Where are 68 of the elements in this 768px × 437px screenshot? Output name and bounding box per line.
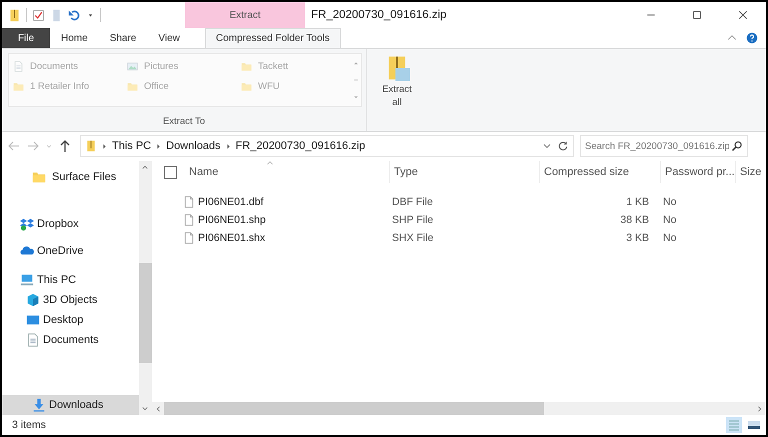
address-bar[interactable]: This PC Downloads FR_20200730_091616.zip (80, 135, 574, 157)
computer-icon (20, 273, 34, 287)
undo-icon[interactable] (68, 8, 81, 22)
document-icon (13, 60, 24, 72)
table-cell-text: SHX File (391, 232, 434, 244)
document-icon (26, 333, 40, 347)
file-icon (183, 231, 195, 245)
search-field[interactable]: Search FR_20200730_091616.zip (580, 135, 748, 157)
table-cell-text: No (662, 196, 678, 208)
ribbon-tab[interactable]: Share (98, 28, 148, 48)
navigation-item[interactable]: Surface Files (2, 167, 139, 187)
zip-folder-icon (85, 138, 97, 154)
monitor-icon (26, 313, 40, 327)
breadcrumb-link[interactable]: FR_20200730_091616.zip (236, 140, 366, 152)
folder-icon (13, 80, 24, 92)
folder-icon (32, 170, 46, 184)
context-tab-header: Extract (185, 2, 305, 28)
navigation-item[interactable]: This PC (2, 270, 139, 290)
ribbon-tab[interactable]: Compressed Folder Tools (204, 28, 341, 48)
window-title: FR_20200730_091616.zip (310, 8, 448, 23)
ribbon-tab[interactable]: Home (50, 28, 99, 48)
breadcrumb-link[interactable]: Downloads (166, 140, 221, 152)
scrollbar-thumb[interactable] (139, 263, 152, 363)
cube-icon (26, 293, 40, 307)
navigation-item[interactable]: OneDrive (2, 241, 139, 261)
table-cell-text: 1 KB (625, 196, 650, 208)
file-name[interactable]: PI06NE01.dbf (198, 196, 264, 208)
column-header[interactable]: Password pr... (661, 161, 736, 183)
folder-icon (241, 60, 252, 72)
navigation-item[interactable]: Downloads (2, 395, 139, 415)
ribbon-tab[interactable]: View (147, 28, 191, 48)
navigation-item[interactable]: Dropbox (2, 214, 139, 234)
search-icon[interactable] (731, 140, 743, 152)
table-cell-text: No (662, 232, 678, 244)
folder-icon (127, 80, 138, 92)
table-cell-text: DBF File (391, 196, 434, 208)
help-icon[interactable] (746, 32, 758, 44)
column-header[interactable]: Compressed size (540, 161, 661, 183)
file-name[interactable]: PI06NE01.shx (198, 232, 266, 244)
download-arrow-icon (32, 398, 46, 412)
navigation-item[interactable]: 3D Objects (2, 290, 139, 310)
folder-icon (241, 80, 252, 92)
properties-icon[interactable] (32, 8, 45, 22)
file-name[interactable]: PI06NE01.shp (198, 214, 266, 226)
column-header[interactable]: Size (736, 161, 766, 183)
refresh-icon[interactable] (557, 140, 569, 152)
column-header[interactable]: Name (185, 161, 390, 183)
select-all-checkbox[interactable] (164, 166, 177, 178)
scrollbar-thumb[interactable] (164, 402, 544, 415)
navigation-item[interactable]: Desktop (2, 310, 139, 330)
navigation-item[interactable]: Documents (2, 330, 139, 350)
group-label: Extract To (162, 116, 206, 127)
zip-folder-icon (8, 8, 21, 22)
picture-icon (127, 60, 138, 72)
vertical-scrollbar[interactable] (139, 161, 152, 415)
file-menu-tab[interactable]: File (2, 28, 50, 48)
file-icon (183, 213, 195, 227)
table-cell-text: 3 KB (625, 232, 650, 244)
item-count: 3 items (12, 419, 46, 431)
breadcrumb-link[interactable]: This PC (112, 140, 152, 152)
table-cell-text: 38 KB (619, 214, 650, 226)
table-cell-text: SHP File (391, 214, 434, 226)
extract-all-button[interactable]: Extract all (377, 49, 417, 131)
horizontal-scrollbar[interactable] (152, 402, 766, 415)
boxes-icon (20, 217, 34, 231)
table-cell-text: No (662, 214, 678, 226)
column-header[interactable]: Type (390, 161, 540, 183)
file-icon (183, 195, 195, 209)
